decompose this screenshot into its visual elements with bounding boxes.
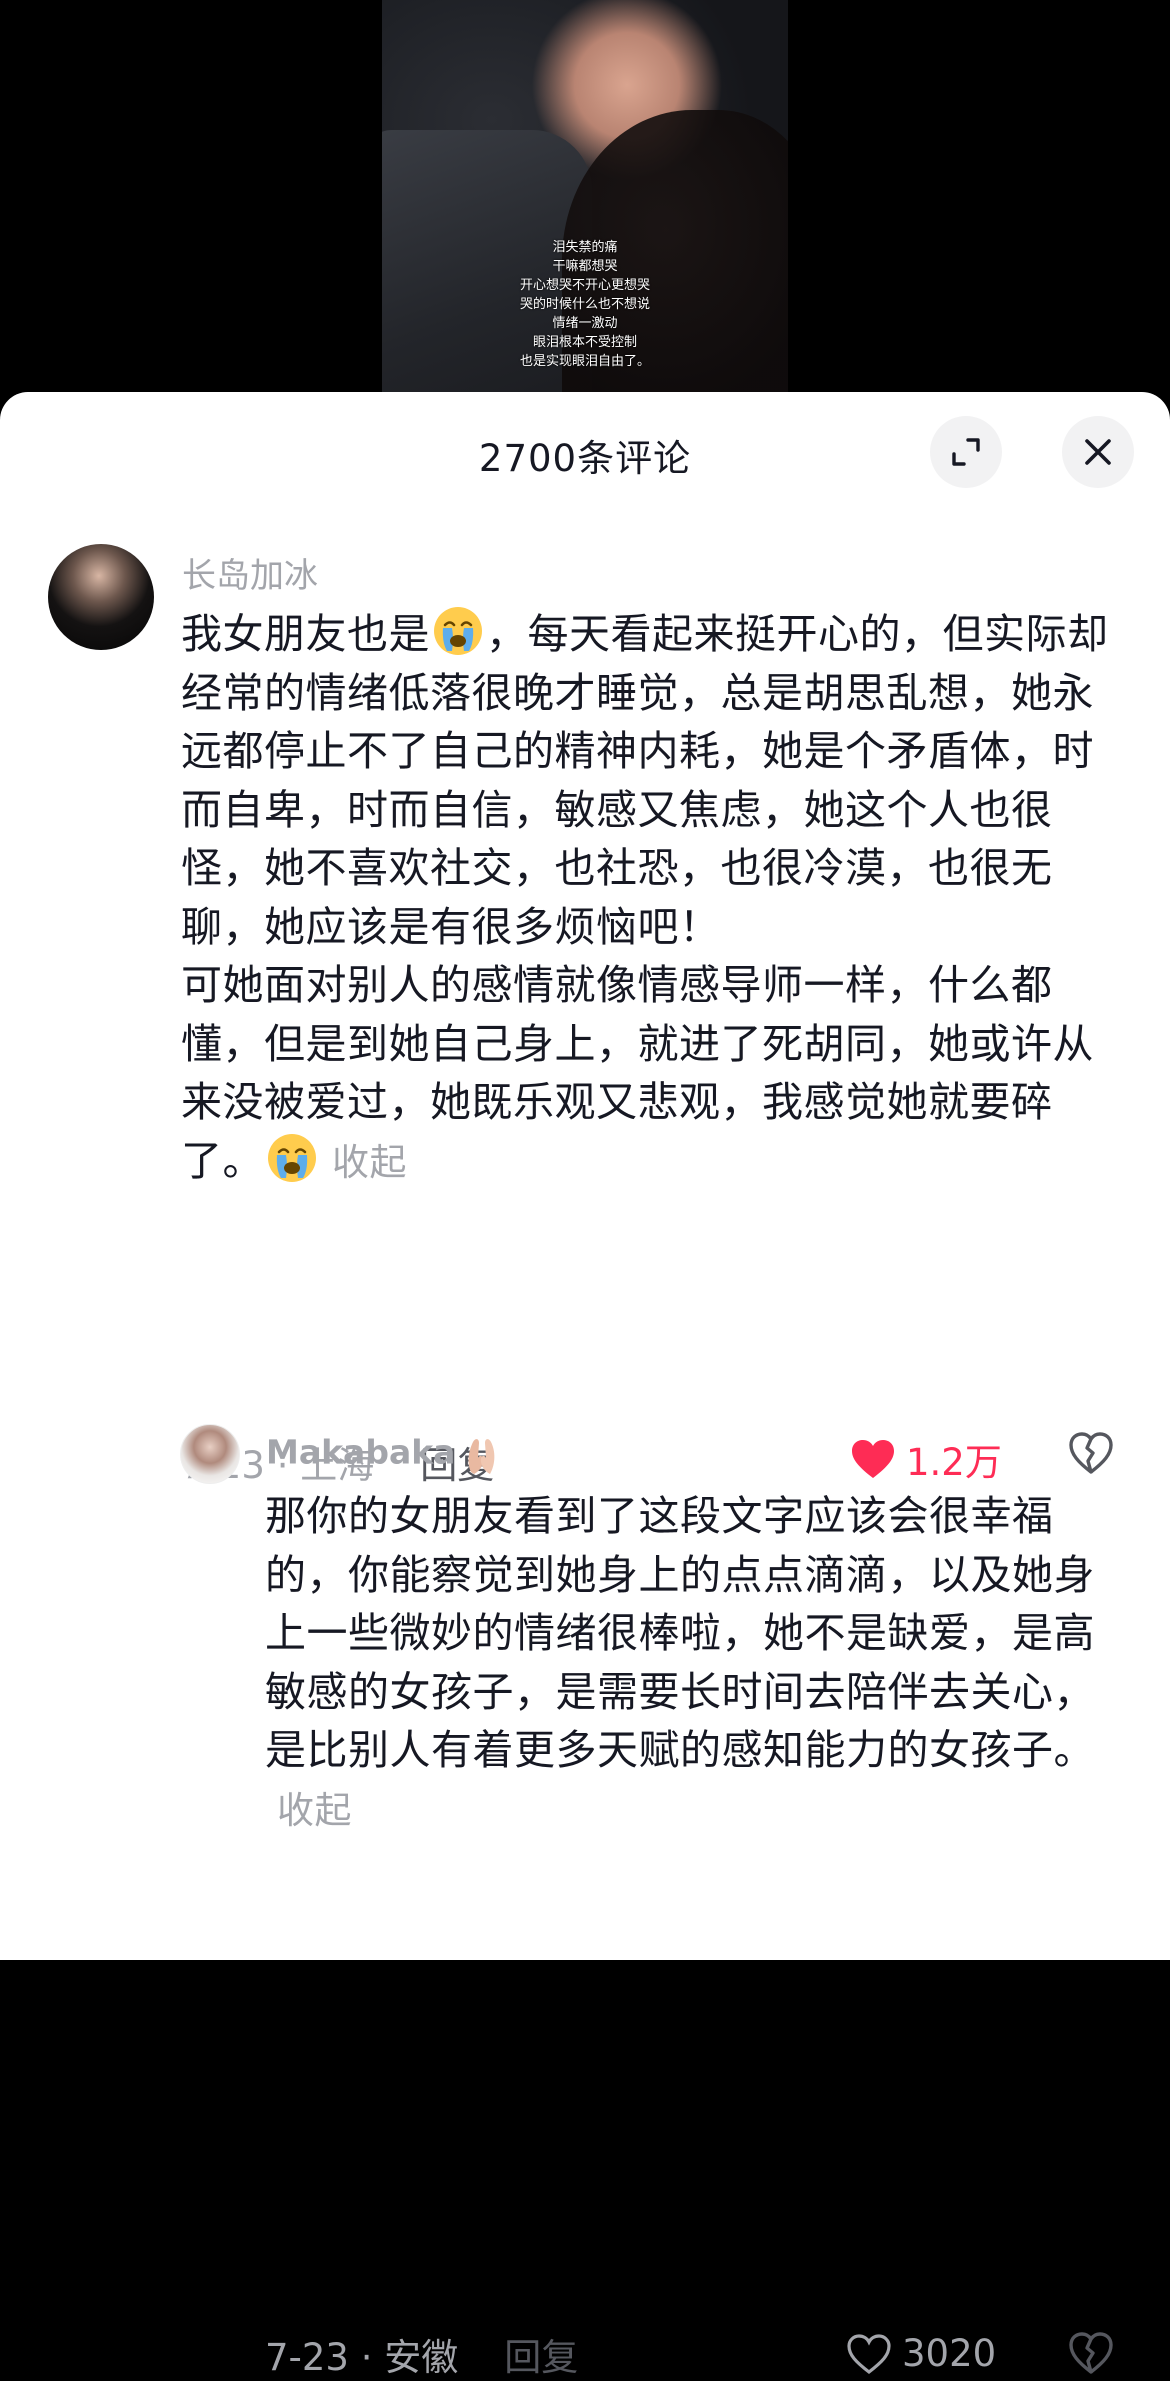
like-count: 1.2万 bbox=[906, 1441, 1002, 1484]
collapse-link[interactable]: 收起 bbox=[277, 1789, 352, 1832]
collapse-link[interactable]: 收起 bbox=[332, 1141, 407, 1184]
video-thumbnail[interactable]: 泪失禁的痛 干嘛都想哭 开心想哭不开心更想哭 哭的时候什么也不想说 情绪一激动 … bbox=[382, 0, 788, 392]
comment-username[interactable]: 长岛加冰 bbox=[182, 548, 318, 597]
caption-line: 眼泪根本不受控制 bbox=[532, 335, 637, 350]
comment-paragraph: 我女朋友也是 ，每天看起来挺开心的，但实际却经常的情绪低落很晚才睡觉，总是胡思乱… bbox=[181, 605, 1111, 956]
comment-paragraph: 可她面对别人的感情就像情感导师一样，什么都懂，但是到她自己身上，就进了死胡同，她… bbox=[181, 956, 1111, 1192]
crying-face-icon bbox=[268, 1133, 316, 1182]
reply-date-location: 7-23 · 安徽 bbox=[265, 2336, 459, 2379]
caption-line: 情绪一激动 bbox=[552, 316, 618, 331]
caption-line: 开心想哭不开心更想哭 bbox=[519, 278, 650, 293]
reply-text-content: 那你的女朋友看到了这段文字应该会很幸福的，你能察觉到她身上的点点滴滴，以及她身上… bbox=[265, 1492, 1095, 1774]
hands-emoji-icon bbox=[468, 1439, 495, 1474]
reply-meta: 7-23 · 安徽 回复 bbox=[265, 2327, 578, 2381]
comment-item: 长岛加冰 我女朋友也是 ，每天看起来挺开心的，但实际却经常的情绪低落很晚才睡觉，… bbox=[0, 392, 1170, 2379]
comment-text: 我女朋友也是 ，每天看起来挺开心的，但实际却经常的情绪低落很晚才睡觉，总是胡思乱… bbox=[181, 605, 1111, 1192]
caption-line: 哭的时候什么也不想说 bbox=[519, 297, 650, 312]
reply-like-count: 3020 bbox=[902, 2332, 997, 2375]
avatar[interactable] bbox=[48, 544, 154, 650]
like-button[interactable]: 1.2万 bbox=[850, 1432, 1002, 1486]
video-caption: 泪失禁的痛 干嘛都想哭 开心想哭不开心更想哭 哭的时候什么也不想说 情绪一激动 … bbox=[382, 238, 788, 371]
broken-heart-icon bbox=[1069, 2332, 1113, 2374]
dislike-button[interactable] bbox=[1068, 1430, 1114, 1480]
comment-text-part: ，每天看起来挺开心的，但实际却经常的情绪低落很晚才睡觉，总是胡思乱想，她永远都停… bbox=[181, 610, 1109, 951]
reply-like-button[interactable]: 3020 bbox=[846, 2332, 996, 2375]
reply-username-text: Makabaka bbox=[266, 1432, 456, 1472]
caption-line: 也是实现眼泪自由了。 bbox=[519, 354, 650, 369]
broken-heart-icon bbox=[1069, 1432, 1113, 1474]
caption-line: 泪失禁的痛 bbox=[552, 240, 618, 255]
heart-outline-icon bbox=[847, 2333, 891, 2374]
caption-line: 干嘛都想哭 bbox=[552, 259, 618, 274]
reply-username[interactable]: Makabaka bbox=[266, 1432, 505, 1476]
reply-avatar[interactable] bbox=[180, 1424, 240, 1484]
reply-dislike-button[interactable] bbox=[1068, 2330, 1114, 2380]
reply-button[interactable]: 回复 bbox=[504, 2336, 578, 2379]
comment-text-part: 我女朋友也是 bbox=[181, 610, 430, 658]
video-area[interactable]: 泪失禁的痛 干嘛都想哭 开心想哭不开心更想哭 哭的时候什么也不想说 情绪一激动 … bbox=[0, 0, 1170, 400]
reply-text: 那你的女朋友看到了这段文字应该会很幸福的，你能察觉到她身上的点点滴滴，以及她身上… bbox=[265, 1487, 1115, 1840]
crying-face-icon bbox=[434, 607, 482, 655]
heart-icon bbox=[852, 1440, 894, 1478]
